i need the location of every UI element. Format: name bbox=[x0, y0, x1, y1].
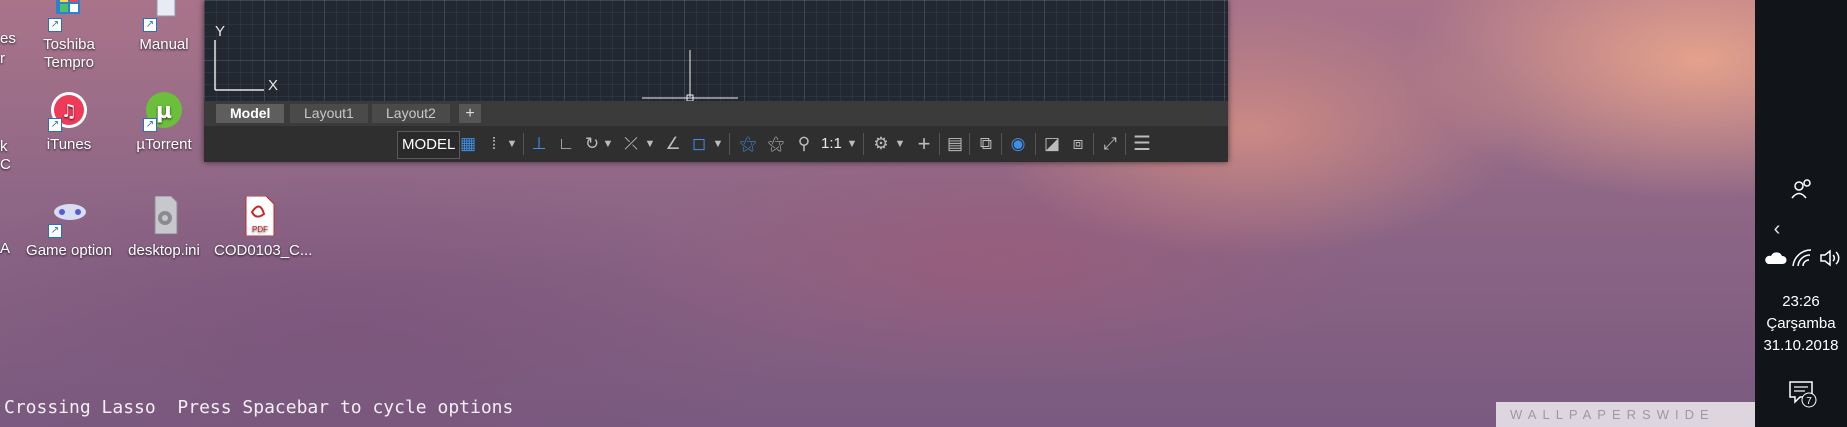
separator bbox=[1093, 133, 1094, 155]
show-hidden-icons-chevron-icon[interactable]: ‹ bbox=[1769, 218, 1785, 241]
desktop-icon-label: Tempro bbox=[43, 54, 95, 71]
clock-date[interactable]: 31.10.2018 bbox=[1755, 335, 1847, 357]
fullscreen-icon[interactable]: ⤢ bbox=[1097, 130, 1123, 158]
wallpaper-watermark: WALLPAPERSWIDE bbox=[1496, 402, 1756, 427]
desktop-icon-manual[interactable]: ↗ Manual bbox=[119, 0, 209, 54]
clipped-desktop-label: r bbox=[0, 50, 5, 67]
notification-count-badge: 7 bbox=[1806, 396, 1812, 407]
auto-scale-icon[interactable]: ⚝ bbox=[763, 130, 789, 158]
svg-text:µ: µ bbox=[156, 99, 172, 124]
object-snap-icon[interactable]: ◻ bbox=[687, 130, 711, 158]
chevron-down-icon[interactable]: ▼ bbox=[643, 130, 657, 158]
quick-properties-icon[interactable]: ▤ bbox=[943, 130, 967, 158]
settings-file-icon bbox=[143, 195, 185, 238]
hardware-acceleration-icon[interactable]: ◉ bbox=[1005, 130, 1031, 158]
desktop-icon-toshiba-tempro[interactable]: ↗ Toshiba Tempro bbox=[24, 0, 114, 72]
desktop-icon-label: iTunes bbox=[46, 136, 92, 153]
graphics-performance-icon[interactable]: ◪ bbox=[1039, 130, 1065, 158]
itunes-icon: ♫ ↗ bbox=[48, 90, 90, 132]
separator bbox=[729, 133, 730, 155]
snap-mode-icon[interactable]: ⁞ bbox=[483, 130, 505, 158]
ucs-icon: Y X bbox=[214, 23, 278, 94]
separator bbox=[939, 133, 940, 155]
plus-icon[interactable]: + bbox=[911, 130, 937, 158]
crosshair-cursor bbox=[642, 50, 738, 101]
notification-icon: 7 bbox=[1789, 381, 1817, 408]
shortcut-arrow-icon: ↗ bbox=[48, 18, 62, 32]
clipped-desktop-label: k bbox=[0, 138, 8, 155]
volume-icon[interactable] bbox=[1819, 248, 1843, 273]
manual-icon: ↗ bbox=[143, 0, 185, 32]
action-center-button[interactable]: 7 bbox=[1787, 378, 1817, 408]
polar-tracking-icon[interactable]: ↻ bbox=[581, 130, 603, 158]
command-line-prompt: Crossing Lasso Press Spacebar to cycle o… bbox=[4, 397, 514, 418]
ucs-x-label: X bbox=[268, 77, 278, 94]
desktop-icon-label: desktop.ini bbox=[128, 242, 200, 259]
desktop-icon-desktop-ini[interactable]: desktop.ini bbox=[119, 195, 209, 260]
tab-layout1[interactable]: Layout1 bbox=[290, 104, 368, 123]
clean-screen-icon[interactable]: ⧈ bbox=[1065, 130, 1091, 158]
chevron-down-icon[interactable]: ▼ bbox=[893, 130, 907, 158]
separator bbox=[1035, 133, 1036, 155]
desktop-icon-label: Manual bbox=[139, 36, 189, 53]
shortcut-arrow-icon: ↗ bbox=[143, 118, 157, 132]
shortcut-arrow-icon: ↗ bbox=[48, 118, 62, 132]
tab-model[interactable]: Model bbox=[216, 104, 285, 123]
toshiba-icon: ↗ bbox=[48, 0, 90, 32]
separator bbox=[969, 133, 970, 155]
separator bbox=[523, 133, 524, 155]
clipped-desktop-label: C bbox=[0, 156, 11, 173]
ucs-y-label: Y bbox=[215, 23, 225, 40]
desktop-icon-label: Toshiba bbox=[43, 36, 95, 53]
chevron-down-icon[interactable]: ▼ bbox=[601, 130, 615, 158]
gear-icon[interactable]: ⚙ bbox=[869, 130, 893, 158]
tab-layout2[interactable]: Layout2 bbox=[372, 104, 450, 123]
separator bbox=[1125, 133, 1126, 155]
desktop-icon-itunes[interactable]: ♫ ↗ iTunes bbox=[24, 90, 114, 154]
utorrent-icon: µ ↗ bbox=[143, 90, 185, 132]
desktop-icon-label: µTorrent bbox=[136, 136, 192, 153]
clipped-desktop-label: A bbox=[0, 240, 11, 257]
isodraft-icon[interactable]: ⤫ bbox=[619, 130, 643, 158]
object-snap-tracking-icon[interactable]: ∠ bbox=[661, 130, 685, 158]
cad-application-window: Y X Model Layout1 Layout2 + MODEL ▦ ⁞ ▼ … bbox=[204, 0, 1228, 162]
desktop-icon-label: Game option bbox=[26, 242, 112, 259]
game-option-icon: ↗ bbox=[48, 196, 90, 238]
annotation-visibility-icon[interactable]: ⚝ bbox=[735, 130, 761, 158]
isolate-objects-icon[interactable]: ⧉ bbox=[973, 130, 999, 158]
annotation-scale-value[interactable]: 1:1 bbox=[821, 130, 842, 158]
clock-day[interactable]: Çarşamba bbox=[1755, 313, 1847, 335]
desktop-icon-game-option[interactable]: ↗ Game option bbox=[24, 196, 114, 260]
separator bbox=[1001, 133, 1002, 155]
layout-tabs: Model Layout1 Layout2 + bbox=[204, 101, 1228, 126]
wifi-icon[interactable] bbox=[1791, 248, 1813, 273]
desktop-icon-cod0103-pdf[interactable]: PDF COD0103_C... bbox=[214, 195, 313, 260]
taskbar: ‹ 23:26 Çarşamba 31.10.2018 7 bbox=[1755, 0, 1847, 427]
pdf-icon: PDF bbox=[238, 195, 280, 238]
clipped-desktop-label: es bbox=[0, 30, 16, 47]
svg-text:♫: ♫ bbox=[61, 101, 77, 122]
drawing-viewport[interactable]: Y X bbox=[204, 0, 1228, 101]
shortcut-arrow-icon: ↗ bbox=[143, 18, 157, 32]
separator bbox=[863, 133, 864, 155]
status-bar: MODEL ▦ ⁞ ▼ ⊥ ∟ ↻ ▼ ⤫ ▼ ∠ ◻ ▼ ⚝ ⚝ ⚲ 1:1 … bbox=[204, 126, 1228, 162]
annotation-scale-icon[interactable]: ⚲ bbox=[791, 130, 817, 158]
shortcut-arrow-icon: ↗ bbox=[48, 224, 62, 238]
clock-time[interactable]: 23:26 bbox=[1755, 291, 1847, 313]
svg-text:PDF: PDF bbox=[252, 225, 268, 234]
infer-constraints-icon[interactable]: ⊥ bbox=[527, 130, 551, 158]
model-space-button[interactable]: MODEL bbox=[397, 131, 461, 159]
chevron-down-icon[interactable]: ▼ bbox=[845, 130, 859, 158]
chevron-down-icon[interactable]: ▼ bbox=[711, 130, 725, 158]
ortho-mode-icon[interactable]: ∟ bbox=[555, 130, 577, 158]
desktop-icon-utorrent[interactable]: µ ↗ µTorrent bbox=[119, 90, 209, 154]
grid-display-icon[interactable]: ▦ bbox=[457, 130, 479, 158]
people-icon[interactable] bbox=[1791, 178, 1813, 205]
add-layout-button[interactable]: + bbox=[459, 104, 481, 123]
customization-menu-icon[interactable]: ☰ bbox=[1129, 130, 1155, 158]
onedrive-cloud-icon[interactable] bbox=[1763, 250, 1787, 271]
chevron-down-icon[interactable]: ▼ bbox=[505, 130, 519, 158]
desktop-icon-label: COD0103_C... bbox=[214, 242, 313, 259]
